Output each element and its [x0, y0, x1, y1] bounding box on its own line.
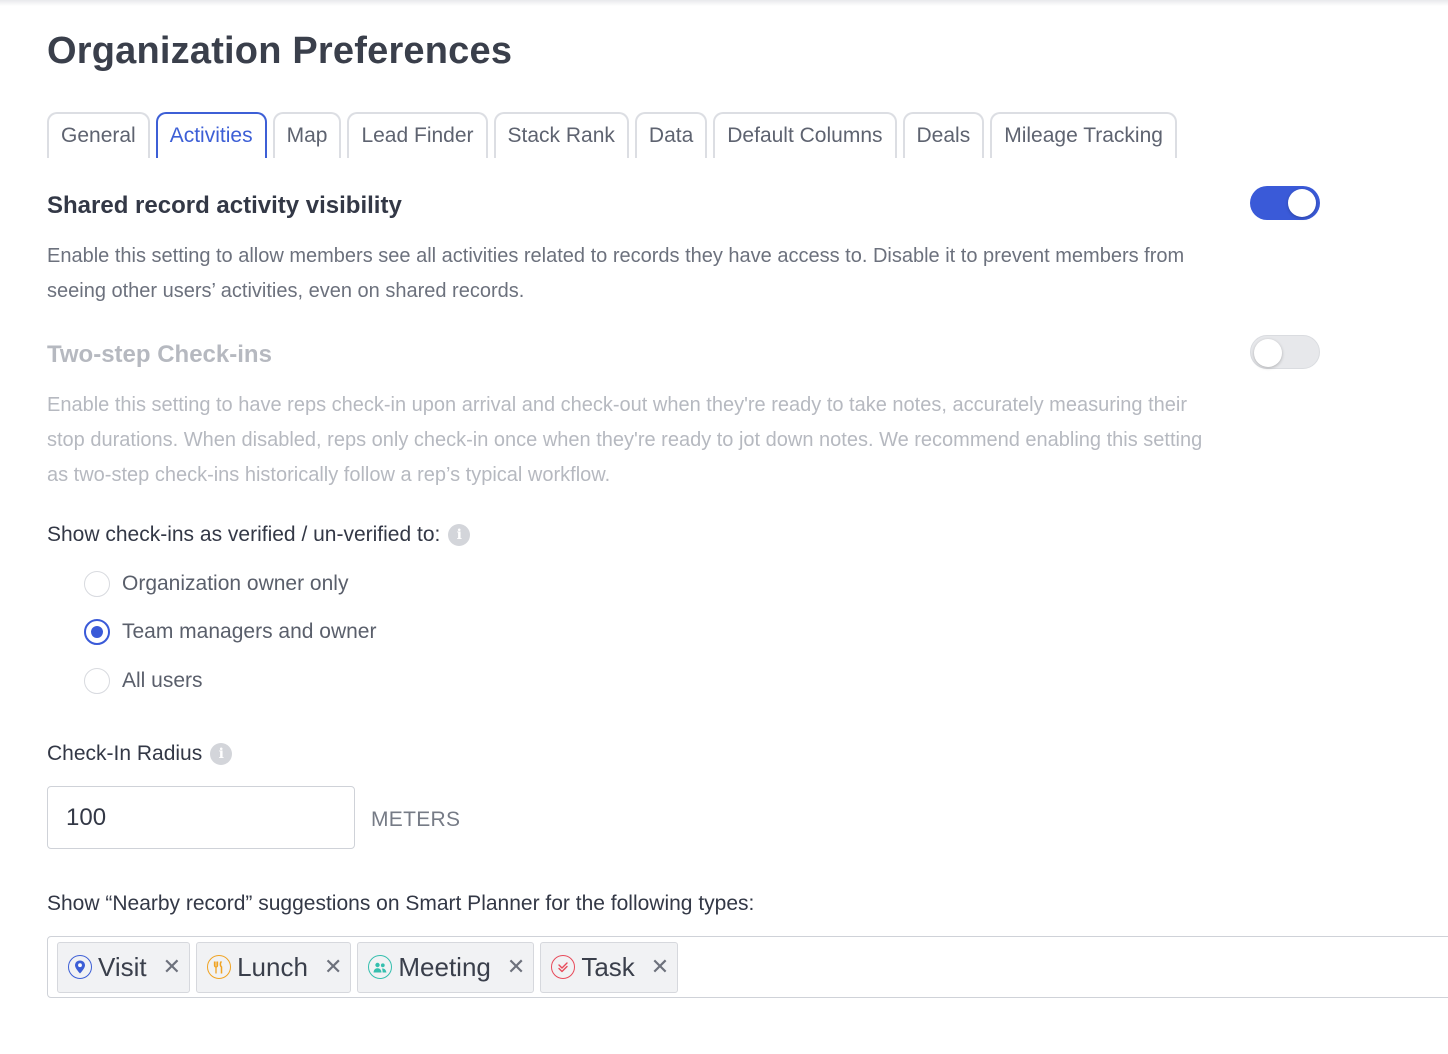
- radio-label: Team managers and owner: [122, 620, 377, 643]
- radius-unit: METERS: [371, 808, 461, 831]
- tag-visit: Visit ✕: [57, 941, 191, 993]
- radio-org-owner[interactable]: Organization owner only: [84, 571, 348, 597]
- toggle-knob: [1288, 189, 1316, 217]
- tag-task: Task ✕: [540, 941, 679, 993]
- verified-label: Show check-ins as verified / un-verified…: [47, 523, 471, 547]
- tag-label: Lunch: [237, 951, 308, 982]
- shared-visibility-title: Shared record activity visibility: [47, 192, 402, 219]
- close-icon[interactable]: ✕: [651, 954, 669, 980]
- tab-default-columns[interactable]: Default Columns: [713, 112, 897, 158]
- tag-meeting: Meeting ✕: [357, 941, 535, 993]
- radio-button[interactable]: [84, 571, 110, 597]
- radio-button[interactable]: [84, 668, 110, 694]
- tag-label: Meeting: [398, 951, 491, 982]
- tab-lead-finder[interactable]: Lead Finder: [347, 112, 488, 158]
- tag-label: Task: [581, 951, 635, 982]
- shared-visibility-description: Enable this setting to allow members see…: [47, 245, 1185, 302]
- two-step-title: Two-step Check-ins: [47, 341, 272, 368]
- radio-team-managers[interactable]: Team managers and owner: [84, 619, 376, 645]
- two-step-toggle[interactable]: [1250, 335, 1320, 369]
- radio-label: All users: [122, 669, 203, 692]
- tab-mileage-tracking[interactable]: Mileage Tracking: [990, 112, 1177, 158]
- nearby-label: Show “Nearby record” suggestions on Smar…: [47, 892, 755, 915]
- info-icon[interactable]: i: [210, 743, 233, 765]
- nearby-types-select[interactable]: Visit ✕ Lunch ✕ Meeting ✕ Task ✕: [47, 936, 1448, 998]
- check-double-icon: [551, 955, 576, 979]
- tab-map[interactable]: Map: [272, 112, 342, 158]
- shared-visibility-toggle[interactable]: [1250, 186, 1320, 220]
- close-icon[interactable]: ✕: [507, 954, 525, 980]
- top-shadow: [0, 0, 1448, 6]
- tag-lunch: Lunch ✕: [196, 941, 352, 993]
- close-icon[interactable]: ✕: [324, 954, 342, 980]
- radius-label-text: Check-In Radius: [47, 742, 203, 765]
- tag-label: Visit: [98, 951, 147, 982]
- tab-stack-rank[interactable]: Stack Rank: [493, 112, 629, 158]
- radius-label: Check-In Radius i: [47, 742, 233, 766]
- two-step-description: Enable this setting to have reps check-i…: [47, 394, 1203, 486]
- location-pin-icon: [68, 955, 92, 979]
- tab-activities[interactable]: Activities: [155, 112, 267, 158]
- tab-data[interactable]: Data: [634, 112, 708, 158]
- tab-bar: General Activities Map Lead Finder Stack…: [47, 112, 1177, 158]
- info-icon[interactable]: i: [448, 524, 471, 546]
- radio-label: Organization owner only: [122, 572, 349, 595]
- radius-input[interactable]: [47, 786, 355, 849]
- tab-general[interactable]: General: [47, 112, 150, 158]
- close-icon[interactable]: ✕: [163, 954, 181, 980]
- toggle-knob: [1254, 339, 1282, 367]
- page-title: Organization Preferences: [47, 30, 513, 72]
- tab-deals[interactable]: Deals: [902, 112, 985, 158]
- people-icon: [368, 955, 393, 979]
- fork-knife-icon: [207, 955, 232, 979]
- radio-all-users[interactable]: All users: [84, 668, 203, 694]
- verified-label-text: Show check-ins as verified / un-verified…: [47, 523, 441, 546]
- radio-button[interactable]: [84, 619, 110, 645]
